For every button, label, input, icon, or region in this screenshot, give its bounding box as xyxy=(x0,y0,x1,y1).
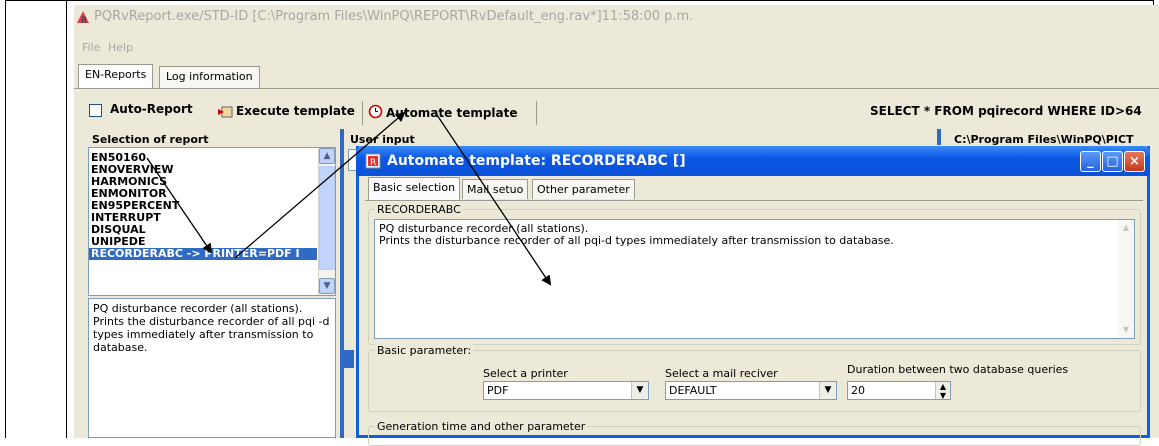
arrow-to-dialog xyxy=(436,114,552,286)
annotation-arrows xyxy=(146,111,552,286)
arrow-list-down xyxy=(146,157,213,254)
arrow-to-automate xyxy=(234,111,406,259)
